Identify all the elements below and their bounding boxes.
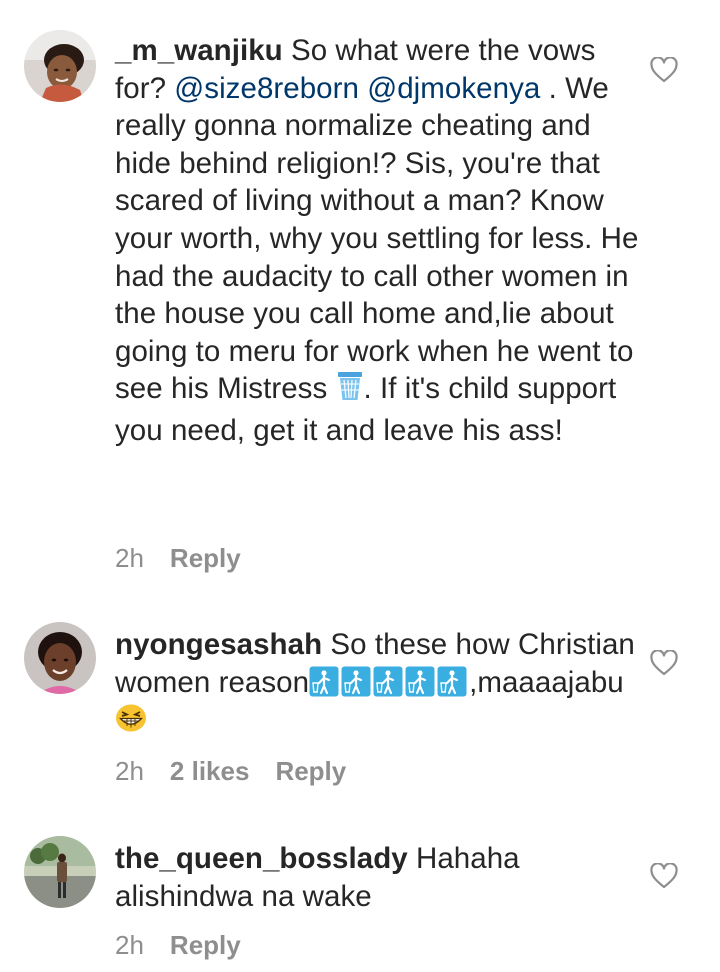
litter-in-bin-icon — [341, 666, 371, 697]
comment-body: the_queen_bosslady Hahaha alishindwa na … — [115, 840, 645, 915]
comment-meta: 2h Reply — [115, 930, 267, 960]
timestamp: 2h — [115, 930, 144, 960]
heart-icon[interactable] — [650, 863, 678, 889]
comment-meta: 2h Reply — [115, 543, 267, 573]
mention-link[interactable]: @djmokenya — [367, 72, 540, 105]
comment-text: ,maaaajabu — [469, 665, 624, 699]
comment-username[interactable]: nyongesashah — [115, 628, 322, 661]
reply-button[interactable]: Reply — [170, 543, 241, 573]
comment-text: . We really gonna normalize cheating and… — [115, 71, 639, 406]
comment-meta: 2h 2 likes Reply — [115, 756, 372, 786]
heart-icon[interactable] — [650, 57, 678, 83]
likes-count[interactable]: 2 likes — [170, 756, 250, 786]
comment-username[interactable]: _m_wanjiku — [115, 34, 283, 67]
litter-in-bin-icon — [309, 666, 339, 697]
comment-body: _m_wanjiku So what were the vows for? @s… — [115, 32, 645, 450]
avatar[interactable] — [24, 836, 96, 908]
litter-in-bin-icon — [437, 666, 467, 697]
timestamp: 2h — [115, 756, 144, 786]
heart-icon[interactable] — [650, 650, 678, 676]
reply-button[interactable]: Reply — [170, 930, 241, 960]
mention-link[interactable]: @size8reborn — [174, 72, 359, 105]
litter-in-bin-icon — [405, 666, 435, 697]
avatar[interactable] — [24, 30, 96, 102]
wastebasket-icon — [336, 370, 364, 412]
reply-button[interactable]: Reply — [275, 756, 346, 786]
grinning-squinting-face-icon — [115, 703, 147, 743]
avatar[interactable] — [24, 622, 96, 694]
emoji-group — [309, 666, 469, 699]
timestamp: 2h — [115, 543, 144, 573]
litter-in-bin-icon — [373, 666, 403, 697]
comment-username[interactable]: the_queen_bosslady — [115, 842, 408, 875]
comment-body: nyongesashah So these how Christian wome… — [115, 626, 645, 743]
